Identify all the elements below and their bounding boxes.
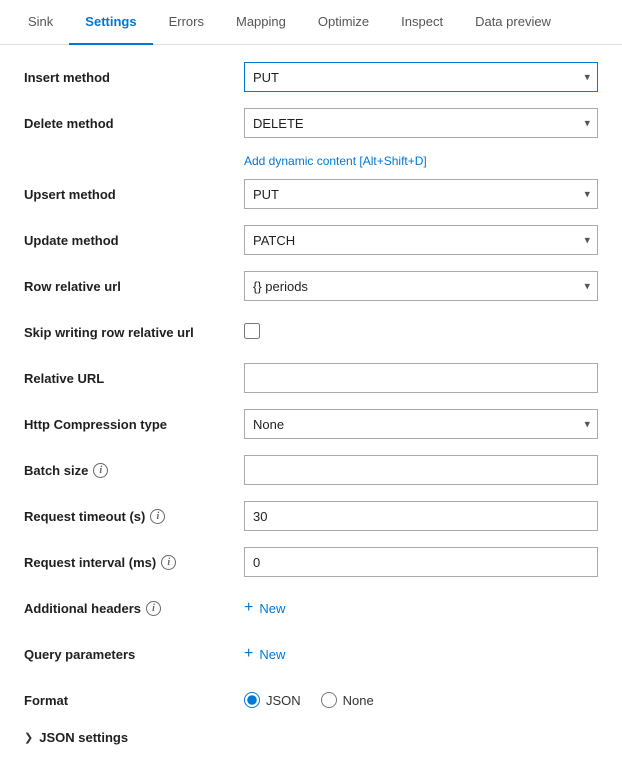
insert-method-select[interactable]: PUT POST GET PATCH DELETE xyxy=(244,62,598,92)
batch-size-info-icon[interactable]: i xyxy=(93,463,108,478)
http-compression-select-wrapper: None GZip Deflate ▾ xyxy=(244,409,598,439)
delete-method-row: Delete method DELETE PUT POST GET PATCH … xyxy=(24,107,598,139)
format-json-option[interactable]: JSON xyxy=(244,692,301,708)
row-relative-url-control: {} periods None ▾ xyxy=(244,271,598,301)
skip-writing-row: Skip writing row relative url xyxy=(24,316,598,348)
row-relative-url-row: Row relative url {} periods None ▾ xyxy=(24,270,598,302)
query-parameters-row: Query parameters + New xyxy=(24,638,598,670)
insert-method-label: Insert method xyxy=(24,70,244,85)
row-relative-url-select-wrapper: {} periods None ▾ xyxy=(244,271,598,301)
request-interval-label: Request interval (ms) i xyxy=(24,555,244,570)
relative-url-row: Relative URL xyxy=(24,362,598,394)
additional-headers-row: Additional headers i + New xyxy=(24,592,598,624)
batch-size-label: Batch size i xyxy=(24,463,244,478)
skip-writing-label: Skip writing row relative url xyxy=(24,325,244,340)
upsert-method-select-wrapper: PUT POST GET PATCH DELETE ▾ xyxy=(244,179,598,209)
dynamic-content-link[interactable]: Add dynamic content [Alt+Shift+D] xyxy=(244,154,427,168)
tab-mapping[interactable]: Mapping xyxy=(220,0,302,45)
request-interval-row: Request interval (ms) i xyxy=(24,546,598,578)
tab-errors[interactable]: Errors xyxy=(153,0,220,45)
relative-url-label: Relative URL xyxy=(24,371,244,386)
format-json-label: JSON xyxy=(266,693,301,708)
json-settings-chevron-icon: ❯ xyxy=(24,731,33,744)
request-interval-input[interactable] xyxy=(244,547,598,577)
query-parameters-control: + New xyxy=(244,646,598,662)
settings-form: Insert method PUT POST GET PATCH DELETE … xyxy=(0,45,622,761)
format-radio-group: JSON None xyxy=(244,692,598,708)
additional-headers-info-icon[interactable]: i xyxy=(146,601,161,616)
additional-headers-control: + New xyxy=(244,600,598,616)
insert-method-control: PUT POST GET PATCH DELETE ▾ xyxy=(244,62,598,92)
format-row: Format JSON None xyxy=(24,684,598,716)
update-method-label: Update method xyxy=(24,233,244,248)
additional-headers-new-button[interactable]: + New xyxy=(244,600,285,616)
update-method-row: Update method PATCH PUT POST GET DELETE … xyxy=(24,224,598,256)
skip-writing-checkbox[interactable] xyxy=(244,323,260,339)
query-parameters-new-button[interactable]: + New xyxy=(244,646,285,662)
query-parameters-plus-icon: + xyxy=(244,646,253,662)
relative-url-input[interactable] xyxy=(244,363,598,393)
delete-method-label: Delete method xyxy=(24,116,244,131)
request-timeout-label: Request timeout (s) i xyxy=(24,509,244,524)
format-label: Format xyxy=(24,693,244,708)
upsert-method-select[interactable]: PUT POST GET PATCH DELETE xyxy=(244,179,598,209)
request-timeout-control xyxy=(244,501,598,531)
delete-method-control: DELETE PUT POST GET PATCH ▾ xyxy=(244,108,598,138)
row-relative-url-select[interactable]: {} periods None xyxy=(244,271,598,301)
http-compression-row: Http Compression type None GZip Deflate … xyxy=(24,408,598,440)
additional-headers-plus-icon: + xyxy=(244,600,253,616)
tab-optimize[interactable]: Optimize xyxy=(302,0,385,45)
batch-size-control xyxy=(244,455,598,485)
row-relative-url-label: Row relative url xyxy=(24,279,244,294)
format-none-radio[interactable] xyxy=(321,692,337,708)
additional-headers-label: Additional headers i xyxy=(24,601,244,616)
upsert-method-row: Upsert method PUT POST GET PATCH DELETE … xyxy=(24,178,598,210)
tab-inspect[interactable]: Inspect xyxy=(385,0,459,45)
delete-method-select[interactable]: DELETE PUT POST GET PATCH xyxy=(244,108,598,138)
batch-size-row: Batch size i xyxy=(24,454,598,486)
format-none-option[interactable]: None xyxy=(321,692,374,708)
upsert-method-label: Upsert method xyxy=(24,187,244,202)
update-method-control: PATCH PUT POST GET DELETE ▾ xyxy=(244,225,598,255)
insert-method-row: Insert method PUT POST GET PATCH DELETE … xyxy=(24,61,598,93)
format-json-radio[interactable] xyxy=(244,692,260,708)
request-timeout-row: Request timeout (s) i xyxy=(24,500,598,532)
tab-data-preview[interactable]: Data preview xyxy=(459,0,567,45)
request-timeout-input[interactable] xyxy=(244,501,598,531)
format-control: JSON None xyxy=(244,692,598,708)
batch-size-input[interactable] xyxy=(244,455,598,485)
request-timeout-info-icon[interactable]: i xyxy=(150,509,165,524)
http-compression-control: None GZip Deflate ▾ xyxy=(244,409,598,439)
update-method-select[interactable]: PATCH PUT POST GET DELETE xyxy=(244,225,598,255)
skip-writing-control xyxy=(244,323,598,342)
request-interval-control xyxy=(244,547,598,577)
dynamic-content-row: Add dynamic content [Alt+Shift+D] xyxy=(24,153,598,168)
http-compression-label: Http Compression type xyxy=(24,417,244,432)
delete-method-select-wrapper: DELETE PUT POST GET PATCH ▾ xyxy=(244,108,598,138)
tab-sink[interactable]: Sink xyxy=(12,0,69,45)
tab-bar: Sink Settings Errors Mapping Optimize In… xyxy=(0,0,622,45)
query-parameters-label: Query parameters xyxy=(24,647,244,662)
update-method-select-wrapper: PATCH PUT POST GET DELETE ▾ xyxy=(244,225,598,255)
http-compression-select[interactable]: None GZip Deflate xyxy=(244,409,598,439)
insert-method-select-wrapper: PUT POST GET PATCH DELETE ▾ xyxy=(244,62,598,92)
format-none-label: None xyxy=(343,693,374,708)
upsert-method-control: PUT POST GET PATCH DELETE ▾ xyxy=(244,179,598,209)
tab-settings[interactable]: Settings xyxy=(69,0,152,45)
request-interval-info-icon[interactable]: i xyxy=(161,555,176,570)
relative-url-control xyxy=(244,363,598,393)
